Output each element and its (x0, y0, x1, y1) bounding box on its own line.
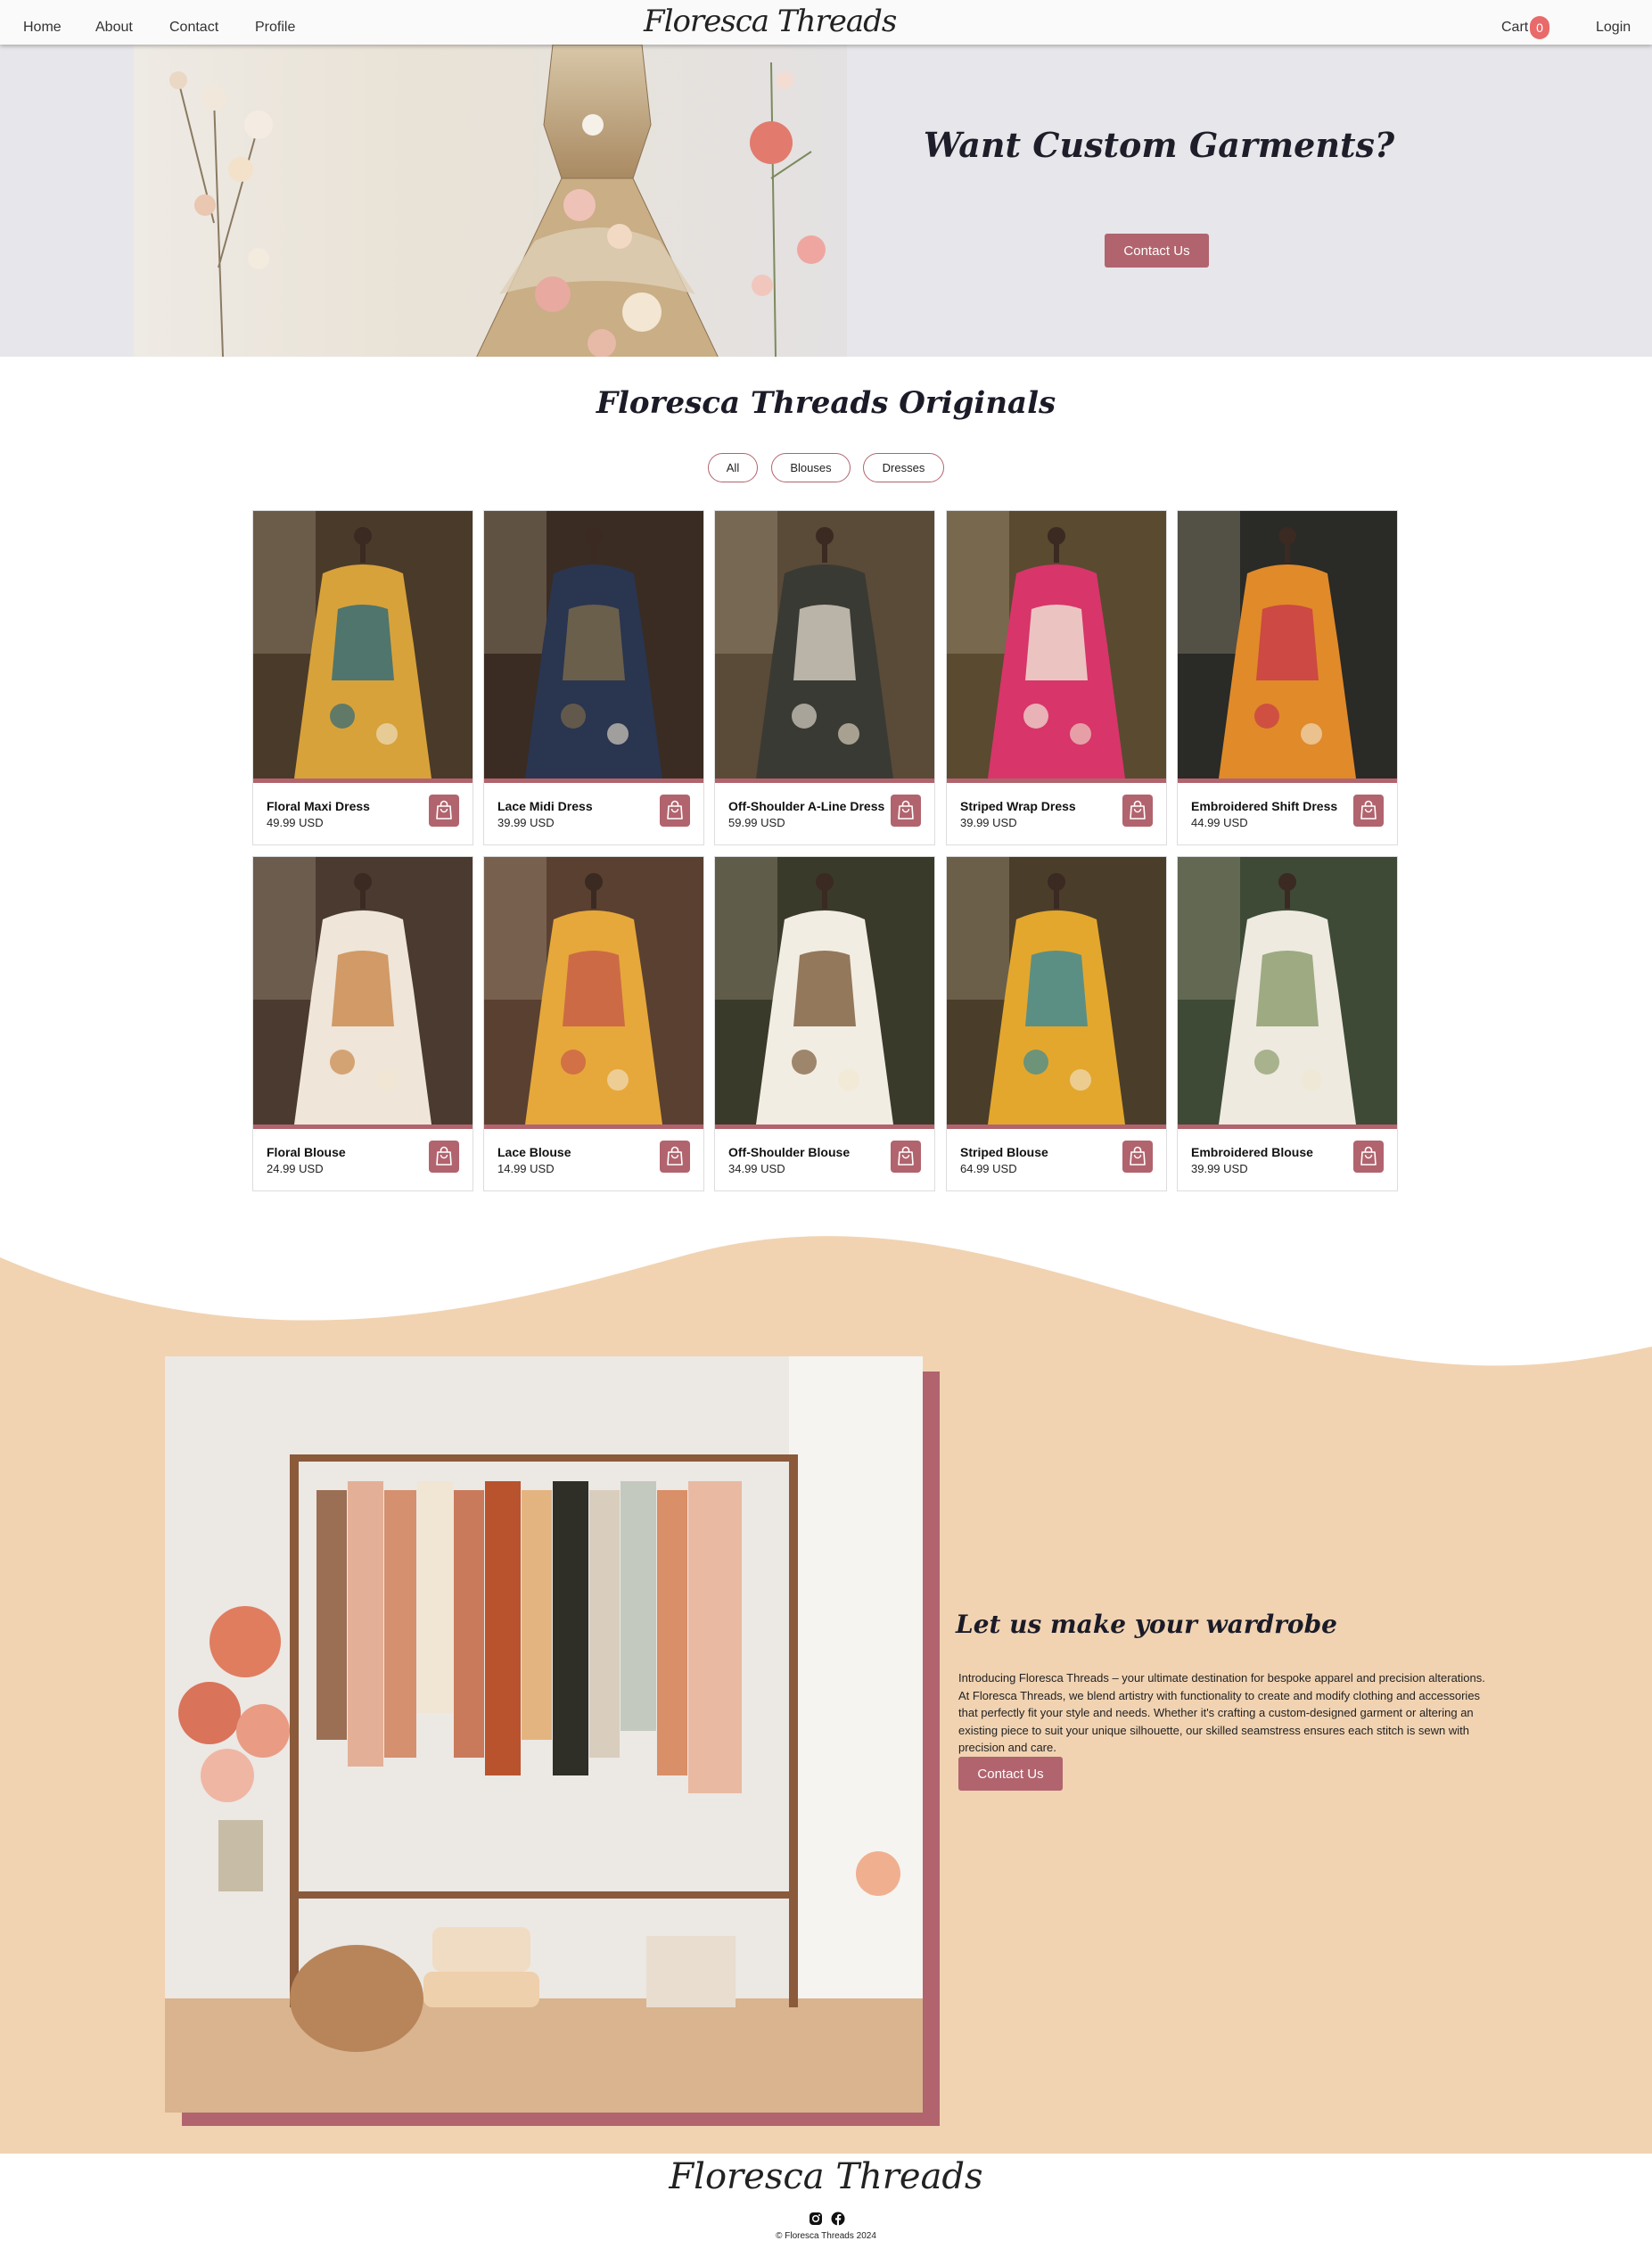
shopping-bag-icon (1360, 800, 1377, 820)
product-image[interactable] (253, 857, 473, 1129)
shopping-bag-icon (436, 800, 452, 820)
product-image[interactable] (1178, 511, 1397, 783)
shopping-bag-icon (667, 800, 683, 820)
product-price: 39.99 USD (1191, 1162, 1248, 1175)
shopping-bag-icon (667, 1146, 683, 1166)
filter-dresses-button[interactable]: Dresses (863, 453, 944, 482)
filter-all-button[interactable]: All (708, 453, 758, 482)
shopping-bag-icon (436, 1146, 452, 1166)
shopping-bag-icon (898, 1146, 914, 1166)
roses-right (750, 62, 826, 357)
cart-count-badge: 0 (1530, 16, 1549, 39)
product-image[interactable] (484, 857, 703, 1129)
product-price: 49.99 USD (267, 816, 324, 829)
add-to-cart-button[interactable] (429, 1141, 459, 1173)
product-price: 59.99 USD (728, 816, 785, 829)
footer-logo: Floresca Threads (669, 2156, 983, 2197)
product-name: Embroidered Blouse (1191, 1145, 1313, 1159)
product-name: Floral Maxi Dress (267, 799, 370, 813)
product-price: 24.99 USD (267, 1162, 324, 1175)
product-image[interactable] (484, 511, 703, 783)
product-image[interactable] (715, 511, 934, 783)
product-card[interactable]: Off-Shoulder A-Line Dress 59.99 USD (714, 510, 935, 845)
shopping-bag-icon (898, 800, 914, 820)
product-card[interactable]: Striped Wrap Dress 39.99 USD (946, 510, 1167, 845)
brand-logo[interactable]: Floresca Threads (644, 4, 897, 39)
product-name: Lace Blouse (497, 1145, 571, 1159)
hero-contact-button[interactable]: Contact Us (1105, 234, 1209, 268)
product-name: Off-Shoulder Blouse (728, 1145, 851, 1159)
add-to-cart-button[interactable] (1122, 1141, 1153, 1173)
product-name: Embroidered Shift Dress (1191, 799, 1338, 813)
clothing-rack-image (165, 1356, 923, 2113)
product-price: 39.99 USD (497, 816, 555, 829)
facebook-icon[interactable] (831, 2212, 845, 2226)
nav-link-about[interactable]: About (95, 20, 133, 36)
copyright-text: © Floresca Threads 2024 (776, 2231, 876, 2241)
product-name: Striped Blouse (960, 1145, 1048, 1159)
about-description: Introducing Floresca Threads – your ulti… (958, 1671, 1485, 1754)
instagram-icon[interactable] (809, 2212, 823, 2226)
product-card[interactable]: Embroidered Shift Dress 44.99 USD (1177, 510, 1398, 845)
nav-link-home[interactable]: Home (23, 20, 62, 36)
hero-title: Want Custom Garments? (923, 125, 1395, 165)
add-to-cart-button[interactable] (660, 795, 690, 827)
filter-blouses-button[interactable]: Blouses (771, 453, 851, 482)
product-name: Striped Wrap Dress (960, 799, 1076, 813)
cart-link[interactable]: Cart (1501, 20, 1528, 36)
product-price: 44.99 USD (1191, 816, 1248, 829)
shopping-bag-icon (1130, 800, 1146, 820)
product-image[interactable] (715, 857, 934, 1129)
dried-flowers-left (169, 71, 273, 357)
product-image[interactable] (947, 511, 1166, 783)
shopping-bag-icon (1130, 1146, 1146, 1166)
add-to-cart-button[interactable] (891, 1141, 921, 1173)
product-price: 39.99 USD (960, 816, 1017, 829)
product-price: 14.99 USD (497, 1162, 555, 1175)
product-price: 34.99 USD (728, 1162, 785, 1175)
product-image[interactable] (947, 857, 1166, 1129)
products-section-title: Floresca Threads Originals (596, 385, 1056, 421)
hero-banner: Want Custom Garments? Contact Us (0, 45, 1652, 357)
nav-link-profile[interactable]: Profile (255, 20, 295, 36)
add-to-cart-button[interactable] (1353, 1141, 1384, 1173)
product-name: Lace Midi Dress (497, 799, 593, 813)
product-card[interactable]: Striped Blouse 64.99 USD (946, 856, 1167, 1191)
add-to-cart-button[interactable] (429, 795, 459, 827)
product-card[interactable]: Embroidered Blouse 39.99 USD (1177, 856, 1398, 1191)
product-card[interactable]: Lace Midi Dress 39.99 USD (483, 510, 704, 845)
product-card[interactable]: Off-Shoulder Blouse 34.99 USD (714, 856, 935, 1191)
product-image[interactable] (253, 511, 473, 783)
product-price: 64.99 USD (960, 1162, 1017, 1175)
product-image[interactable] (1178, 857, 1397, 1129)
product-name: Floral Blouse (267, 1145, 346, 1159)
login-link[interactable]: Login (1596, 20, 1631, 36)
product-card[interactable]: Floral Blouse 24.99 USD (252, 856, 473, 1191)
category-filters: All Blouses Dresses (0, 453, 1652, 483)
add-to-cart-button[interactable] (1122, 795, 1153, 827)
shopping-bag-icon (1360, 1146, 1377, 1166)
nav-link-contact[interactable]: Contact (169, 20, 218, 36)
add-to-cart-button[interactable] (660, 1141, 690, 1173)
add-to-cart-button[interactable] (1353, 795, 1384, 827)
product-name: Off-Shoulder A-Line Dress (728, 799, 885, 813)
about-title: Let us make your wardrobe (956, 1610, 1337, 1639)
product-card[interactable]: Lace Blouse 14.99 USD (483, 856, 704, 1191)
top-navbar: Home About Contact Profile Floresca Thre… (0, 0, 1652, 45)
add-to-cart-button[interactable] (891, 795, 921, 827)
product-card[interactable]: Floral Maxi Dress 49.99 USD (252, 510, 473, 845)
hero-image (134, 45, 847, 357)
about-contact-button[interactable]: Contact Us (958, 1757, 1063, 1791)
